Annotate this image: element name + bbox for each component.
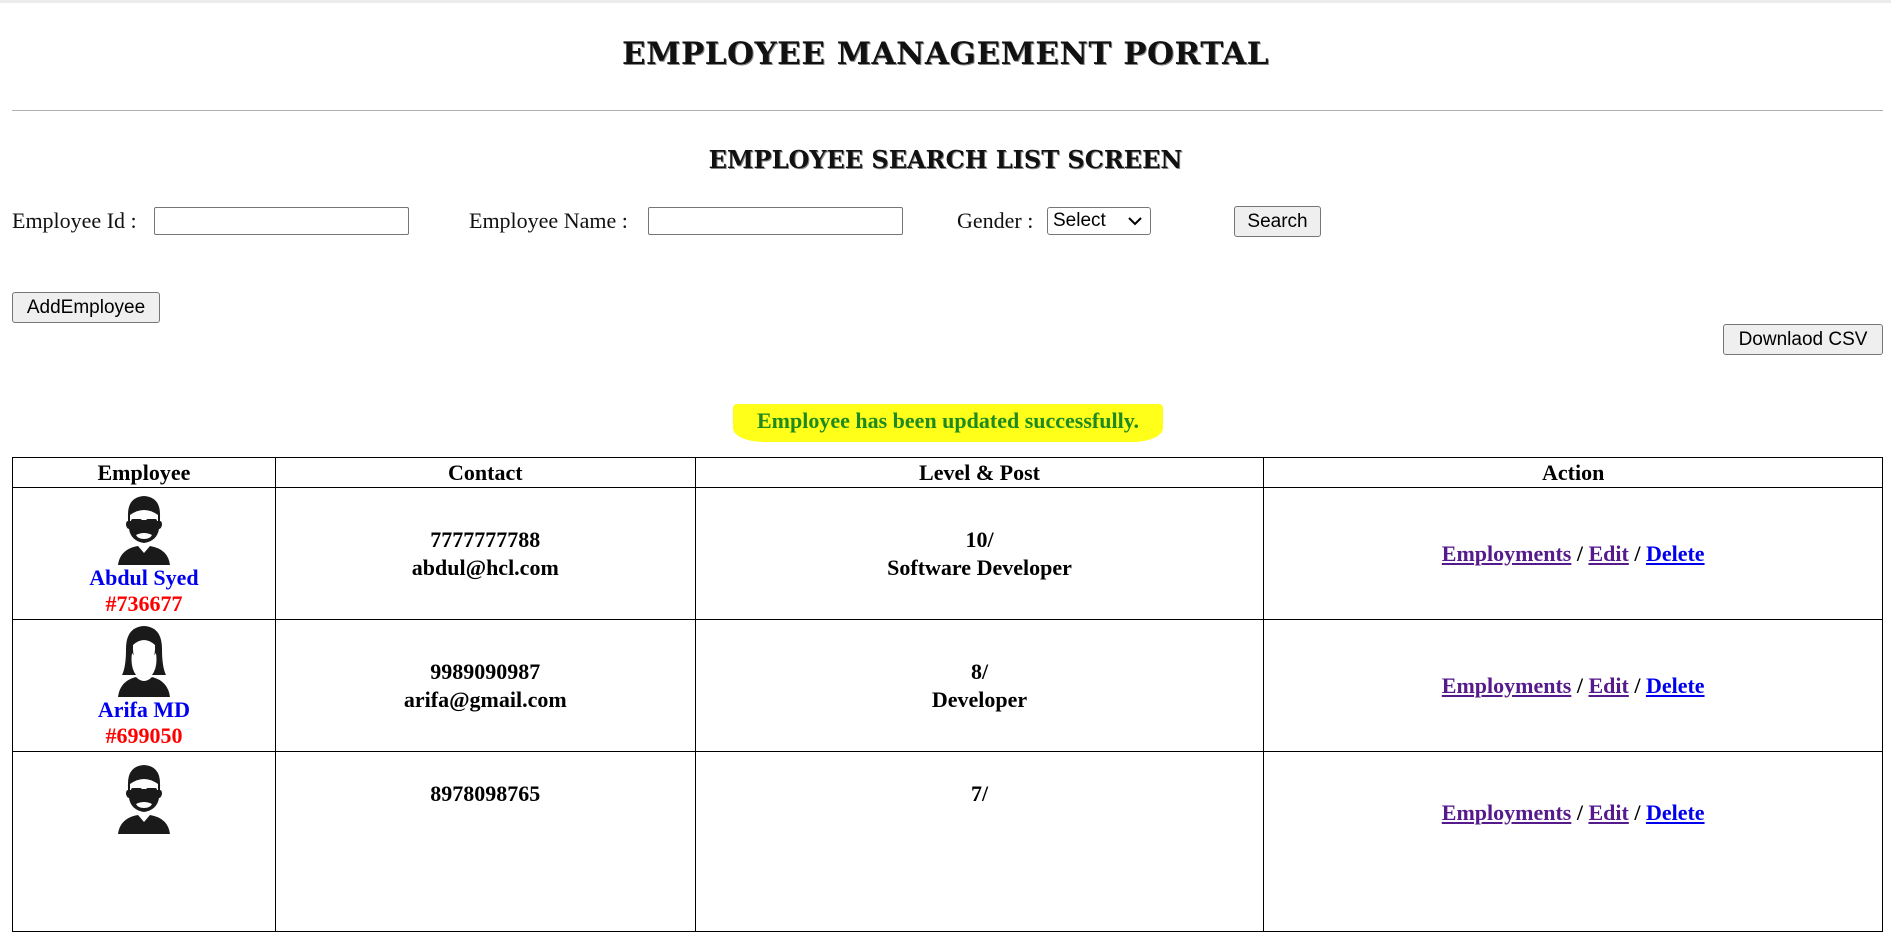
male-avatar-icon <box>117 765 170 834</box>
phone-text: 8978098765 <box>430 781 541 806</box>
edit-link[interactable]: Edit <box>1588 800 1628 825</box>
employee-name-label: Employee Name : <box>469 208 628 233</box>
contact-cell: 9989090987 arifa@gmail.com <box>274 619 696 752</box>
employee-cell <box>12 751 276 932</box>
link-separator: / <box>1634 800 1646 825</box>
action-cell: Employments / Edit / Delete <box>1263 619 1883 752</box>
employee-name-link[interactable]: Abdul Syed <box>13 565 275 591</box>
action-cell: Employments / Edit / Delete <box>1263 487 1883 620</box>
action-cell: Employments / Edit / Delete <box>1263 751 1883 932</box>
employments-link[interactable]: Employments <box>1442 800 1572 825</box>
contact-cell: 8978098765 <box>274 751 696 932</box>
download-csv-button[interactable]: Downlaod CSV <box>1723 324 1883 355</box>
screen-title: EMPLOYEE SEARCH LIST SCREEN <box>708 145 1183 174</box>
column-header-level-post: Level & Post <box>694 457 1265 488</box>
table-row: 8978098765 7/ Employments / Edit / Delet… <box>12 751 1883 932</box>
level-text: 8/ <box>970 658 989 684</box>
delete-link[interactable]: Delete <box>1646 800 1705 825</box>
search-button[interactable]: Search <box>1234 206 1321 237</box>
employments-link[interactable]: Employments <box>1442 673 1572 698</box>
link-separator: / <box>1634 672 1646 698</box>
link-separator: / <box>1576 540 1589 566</box>
employee-cell: Abdul Syed #736677 <box>12 487 276 620</box>
delete-link[interactable]: Delete <box>1646 541 1705 566</box>
edit-link[interactable]: Edit <box>1588 673 1628 698</box>
post-text: Developer <box>931 686 1028 712</box>
chevron-down-icon <box>1128 208 1142 242</box>
gender-select[interactable]: Select <box>1047 207 1151 235</box>
email-text: arifa@gmail.com <box>403 686 567 712</box>
employee-id-text: #736677 <box>105 590 183 616</box>
table-header-row: Employee Contact Level & Post Action <box>12 457 1883 488</box>
gender-label: Gender : <box>957 208 1034 233</box>
success-message: Employee has been updated successfully. <box>733 404 1163 442</box>
employments-link[interactable]: Employments <box>1442 541 1572 566</box>
gender-select-value: Select <box>1053 210 1106 231</box>
phone-text: 9989090987 <box>430 658 541 684</box>
page-title: EMPLOYEE MANAGEMENT PORTAL <box>622 36 1269 72</box>
level-text: 10/ <box>965 526 994 552</box>
level-text: 7/ <box>970 781 989 806</box>
level-post-cell: 7/ <box>694 751 1265 932</box>
employee-id-text: #699050 <box>105 722 183 748</box>
link-separator: / <box>1576 800 1589 825</box>
employee-name-link[interactable]: Arifa MD <box>13 697 275 723</box>
edit-link[interactable]: Edit <box>1588 541 1628 566</box>
header-divider <box>12 110 1883 111</box>
add-employee-button[interactable]: AddEmployee <box>12 292 160 323</box>
level-post-cell: 8/ Developer <box>694 619 1265 752</box>
delete-link[interactable]: Delete <box>1646 673 1705 698</box>
contact-cell: 7777777788 abdul@hcl.com <box>274 487 696 620</box>
email-text: abdul@hcl.com <box>411 554 559 580</box>
employee-id-label: Employee Id : <box>12 208 137 233</box>
employee-cell: Arifa MD #699050 <box>12 619 276 752</box>
employee-table: Employee Contact Level & Post Action Abd… <box>12 457 1883 932</box>
link-separator: / <box>1634 540 1646 566</box>
table-row: Arifa MD #699050 9989090987 arifa@gmail.… <box>12 619 1883 752</box>
male-avatar-icon <box>117 495 170 565</box>
top-border <box>0 0 1891 3</box>
employee-name-input[interactable] <box>648 207 903 235</box>
table-row: Abdul Syed #736677 7777777788 abdul@hcl.… <box>12 487 1883 620</box>
column-header-action: Action <box>1263 457 1883 488</box>
column-header-employee: Employee <box>12 457 276 488</box>
phone-text: 7777777788 <box>430 526 541 552</box>
link-separator: / <box>1576 672 1589 698</box>
post-text: Software Developer <box>887 554 1072 580</box>
success-message-text: Employee has been updated successfully. <box>757 408 1139 433</box>
female-avatar-icon <box>117 625 170 697</box>
column-header-contact: Contact <box>274 457 696 488</box>
employee-id-input[interactable] <box>154 207 409 235</box>
level-post-cell: 10/ Software Developer <box>694 487 1265 620</box>
